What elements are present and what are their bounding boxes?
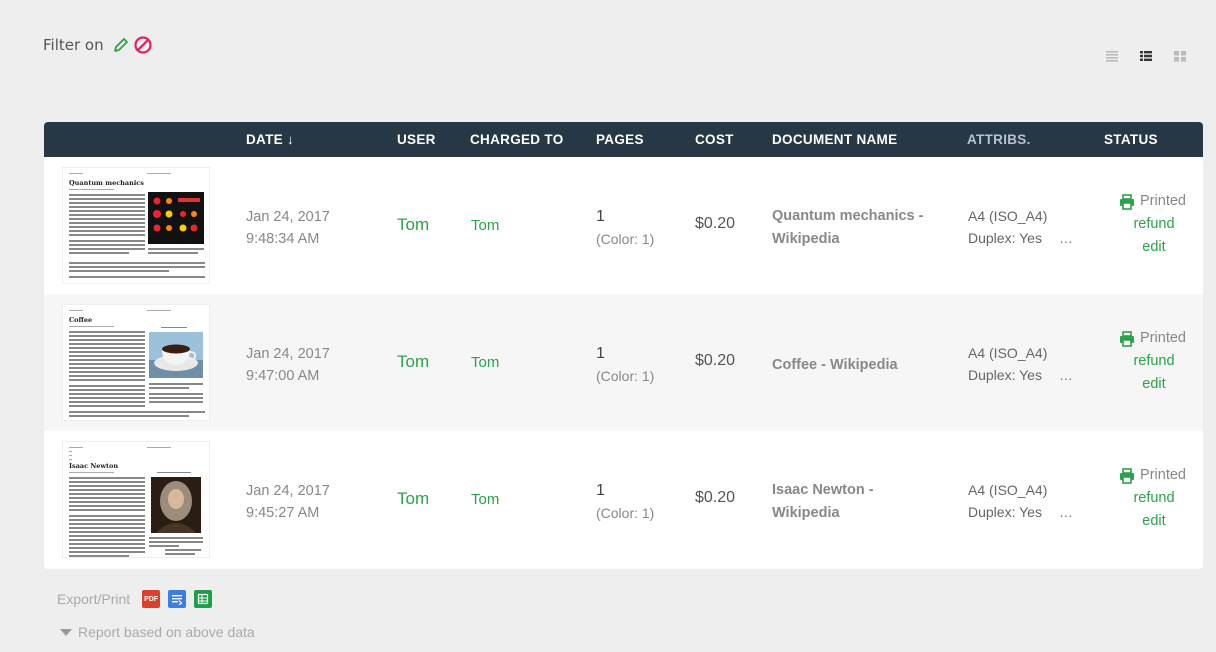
user-link[interactable]: Tom bbox=[397, 489, 429, 509]
printed-status: Printed bbox=[1106, 464, 1186, 487]
document-name: Coffee - Wikipedia bbox=[772, 357, 898, 373]
table-header: DATE ↓ USER CHARGED TO PAGES COST DOCUME… bbox=[44, 122, 1203, 157]
more-attributes-button[interactable]: … bbox=[1059, 364, 1073, 386]
export-bar: Export/Print PDF bbox=[57, 590, 213, 608]
job-date: Jan 24, 2017 9:48:34 AM bbox=[246, 206, 330, 250]
spreadsheet-icon[interactable] bbox=[194, 590, 213, 608]
more-attributes-button[interactable]: … bbox=[1059, 227, 1073, 249]
document-thumbnail[interactable]: Quantum mechanics bbox=[62, 167, 210, 284]
pages-color: (Color: 1) bbox=[596, 231, 655, 247]
paper-size: A4 (ISO_A4) bbox=[968, 345, 1048, 361]
job-status: Printed refund edit bbox=[1106, 464, 1186, 533]
printer-icon bbox=[1120, 467, 1135, 484]
pages-color: (Color: 1) bbox=[596, 505, 655, 521]
print-jobs-table: DATE ↓ USER CHARGED TO PAGES COST DOCUME… bbox=[44, 122, 1203, 569]
col-charged-to-header[interactable]: CHARGED TO bbox=[470, 122, 564, 157]
edit-link[interactable]: edit bbox=[1106, 236, 1186, 259]
col-cost-header[interactable]: COST bbox=[695, 122, 734, 157]
user-link[interactable]: Tom bbox=[397, 215, 429, 235]
thumbnail-title: Coffee bbox=[69, 316, 93, 324]
table-row: Coffee Jan 24, 2017 9:47:00 AM Tom Tom 1… bbox=[44, 294, 1203, 431]
document-thumbnail[interactable]: Coffee bbox=[62, 304, 210, 421]
pencil-icon[interactable] bbox=[110, 34, 132, 56]
job-cost: $0.20 bbox=[695, 215, 736, 232]
col-user-header[interactable]: USER bbox=[397, 122, 436, 157]
list-view-icon[interactable] bbox=[1106, 50, 1118, 62]
edit-link[interactable]: edit bbox=[1106, 510, 1186, 533]
document-thumbnail[interactable]: Isaac Newton bbox=[62, 441, 210, 558]
col-pages-header[interactable]: PAGES bbox=[596, 122, 644, 157]
col-document-name-header[interactable]: DOCUMENT NAME bbox=[772, 122, 897, 157]
thumbnail-title: Isaac Newton bbox=[69, 462, 119, 470]
table-row: Isaac Newton Jan 24, 2017 9:45:27 AM Tom… bbox=[44, 431, 1203, 568]
table-row: Quantum mechanics Jan 24, 2017 9:48:34 A… bbox=[44, 157, 1203, 294]
job-status: Printed refund edit bbox=[1106, 327, 1186, 396]
printed-status: Printed bbox=[1106, 327, 1186, 350]
pages-count: 1 (Color: 1) bbox=[596, 479, 654, 525]
pages-color: (Color: 1) bbox=[596, 368, 655, 384]
orbital-image-icon bbox=[153, 197, 200, 232]
thumbnail-title: Quantum mechanics bbox=[69, 179, 144, 187]
document-name: Quantum mechanics - Wikipedia bbox=[772, 208, 924, 247]
job-cost: $0.20 bbox=[695, 489, 736, 506]
detail-view-icon[interactable] bbox=[1140, 50, 1152, 62]
status-text: Printed bbox=[1140, 193, 1186, 209]
report-toggle[interactable]: Report based on above data bbox=[60, 624, 255, 640]
printer-icon bbox=[1120, 330, 1135, 347]
status-text: Printed bbox=[1140, 330, 1186, 346]
charged-to-link[interactable]: Tom bbox=[471, 354, 499, 371]
status-text: Printed bbox=[1140, 467, 1186, 483]
pages-number: 1 bbox=[596, 208, 605, 225]
export-label: Export/Print bbox=[57, 591, 131, 607]
printed-status: Printed bbox=[1106, 190, 1186, 213]
col-date-header[interactable]: DATE ↓ bbox=[246, 122, 294, 157]
col-status-header[interactable]: STATUS bbox=[1104, 122, 1158, 157]
charged-to-link[interactable]: Tom bbox=[471, 217, 499, 234]
date-text: Jan 24, 2017 bbox=[246, 346, 330, 362]
document-name: Isaac Newton - Wikipedia bbox=[772, 482, 874, 521]
attributes: A4 (ISO_A4) Duplex: Yes … bbox=[968, 479, 1073, 523]
date-text: Jan 24, 2017 bbox=[246, 209, 330, 225]
col-attribs-header: ATTRIBS. bbox=[967, 132, 1031, 147]
duplex-setting: Duplex: Yes bbox=[968, 504, 1042, 520]
filter-label: Filter on bbox=[43, 36, 104, 54]
job-date: Jan 24, 2017 9:45:27 AM bbox=[246, 480, 330, 524]
paper-size: A4 (ISO_A4) bbox=[968, 208, 1048, 224]
user-link[interactable]: Tom bbox=[397, 352, 429, 372]
filter-bar: Filter on bbox=[43, 34, 154, 56]
edit-link[interactable]: edit bbox=[1106, 373, 1186, 396]
time-text: 9:48:34 AM bbox=[246, 231, 320, 247]
job-date: Jan 24, 2017 9:47:00 AM bbox=[246, 343, 330, 387]
more-attributes-button[interactable]: … bbox=[1059, 501, 1073, 523]
paper-size: A4 (ISO_A4) bbox=[968, 482, 1048, 498]
report-label: Report based on above data bbox=[78, 624, 255, 640]
portrait-image-icon bbox=[151, 477, 201, 533]
duplex-setting: Duplex: Yes bbox=[968, 367, 1042, 383]
time-text: 9:47:00 AM bbox=[246, 368, 320, 384]
list-doc-icon[interactable] bbox=[168, 590, 187, 608]
grid-view-icon[interactable] bbox=[1174, 50, 1186, 62]
charged-to-link[interactable]: Tom bbox=[471, 491, 499, 508]
refund-link[interactable]: refund bbox=[1106, 487, 1186, 510]
job-cost: $0.20 bbox=[695, 352, 736, 369]
pages-count: 1 (Color: 1) bbox=[596, 205, 654, 251]
refund-link[interactable]: refund bbox=[1106, 350, 1186, 373]
job-status: Printed refund edit bbox=[1106, 190, 1186, 259]
date-text: Jan 24, 2017 bbox=[246, 483, 330, 499]
caret-down-icon bbox=[60, 628, 72, 636]
pages-number: 1 bbox=[596, 482, 605, 499]
pages-number: 1 bbox=[596, 345, 605, 362]
no-entry-icon[interactable] bbox=[132, 34, 154, 56]
attributes: A4 (ISO_A4) Duplex: Yes … bbox=[968, 205, 1073, 249]
attributes: A4 (ISO_A4) Duplex: Yes … bbox=[968, 342, 1073, 386]
coffee-image-icon bbox=[149, 332, 203, 378]
time-text: 9:45:27 AM bbox=[246, 505, 320, 521]
view-mode-switcher bbox=[1106, 50, 1186, 62]
pdf-icon[interactable]: PDF bbox=[142, 590, 161, 608]
refund-link[interactable]: refund bbox=[1106, 213, 1186, 236]
duplex-setting: Duplex: Yes bbox=[968, 230, 1042, 246]
pages-count: 1 (Color: 1) bbox=[596, 342, 654, 388]
printer-icon bbox=[1120, 193, 1135, 210]
